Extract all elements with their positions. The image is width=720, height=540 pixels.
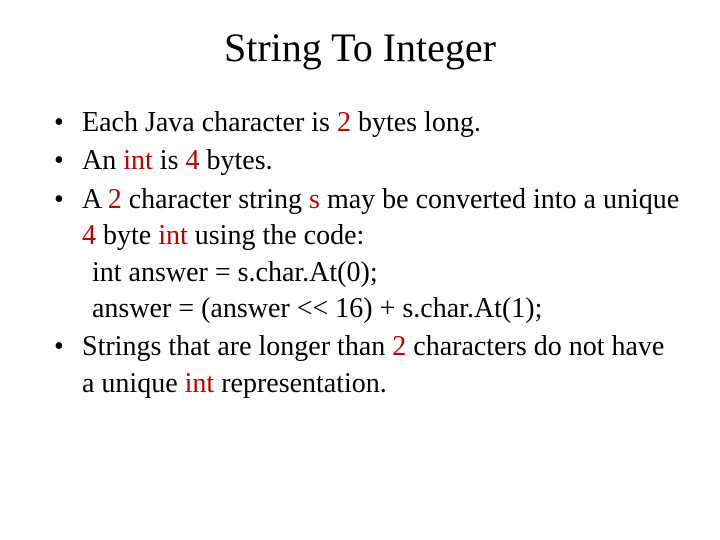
text: bytes. bbox=[199, 145, 272, 176]
text: A bbox=[82, 184, 108, 215]
highlight-keyword: s bbox=[309, 184, 320, 215]
highlight-keyword: int bbox=[158, 220, 188, 251]
code-line-1: int answer = s.char.At(0); bbox=[82, 255, 680, 291]
bullet-1: Each Java character is 2 bytes long. bbox=[54, 105, 680, 141]
text: is bbox=[153, 145, 186, 176]
slide: String To Integer Each Java character is… bbox=[0, 0, 720, 540]
highlight-number: 4 bbox=[185, 145, 199, 176]
text: Strings that are longer than bbox=[82, 331, 392, 362]
highlight-number: 2 bbox=[392, 331, 406, 362]
slide-title: String To Integer bbox=[40, 24, 680, 71]
highlight-number: 2 bbox=[337, 107, 351, 138]
code-line-2: answer = (answer << 16) + s.char.At(1); bbox=[82, 291, 680, 327]
text: representation. bbox=[214, 368, 387, 399]
text: bytes long. bbox=[351, 107, 481, 138]
text: An bbox=[82, 145, 123, 176]
highlight-number: 2 bbox=[108, 184, 122, 215]
text: character string bbox=[122, 184, 309, 215]
text: Each Java character is bbox=[82, 107, 337, 138]
highlight-number: 4 bbox=[82, 220, 96, 251]
bullet-list: Each Java character is 2 bytes long. An … bbox=[54, 105, 680, 402]
text: may be converted into a unique bbox=[320, 184, 679, 215]
highlight-keyword: int bbox=[123, 145, 153, 176]
text: byte bbox=[96, 220, 158, 251]
text: using the code: bbox=[188, 220, 365, 251]
bullet-3: A 2 character string s may be converted … bbox=[54, 182, 680, 328]
bullet-4: Strings that are longer than 2 character… bbox=[54, 329, 680, 402]
bullet-2: An int is 4 bytes. bbox=[54, 143, 680, 179]
highlight-keyword: int bbox=[185, 368, 215, 399]
